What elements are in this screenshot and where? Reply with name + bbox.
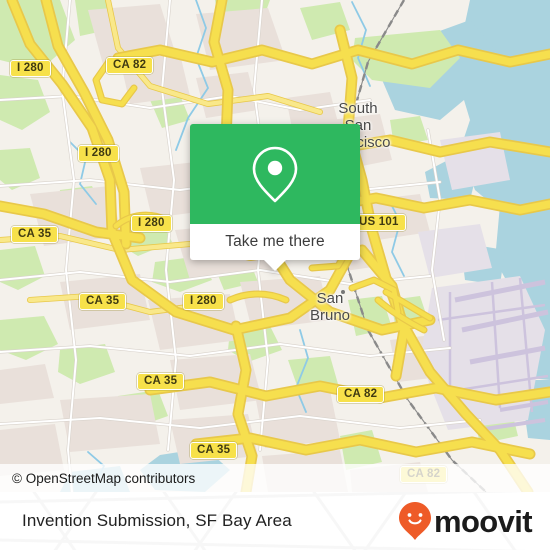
location-popup[interactable]: Take me there: [190, 124, 360, 271]
take-me-there-label: Take me there: [225, 233, 325, 250]
road-shield: I 280: [183, 293, 224, 310]
road-shield: CA 82: [337, 386, 385, 403]
road-shield: US 101: [352, 214, 406, 231]
map-pin-icon: [252, 146, 298, 203]
road-shield: I 280: [131, 215, 172, 232]
road-shield: I 280: [10, 60, 51, 77]
road-shield: I 280: [78, 145, 119, 162]
moovit-wordmark: moovit: [433, 503, 533, 539]
map-view[interactable]: .wtr { fill:#aad3df; } .prk { fill:#cfea…: [0, 0, 550, 492]
page-title: Invention Submission, SF Bay Area: [22, 511, 292, 530]
place-marker-dot: [341, 290, 345, 294]
map-attribution-bar: © OpenStreetMap contributors: [0, 464, 550, 492]
moovit-smiley-pin-icon: [398, 502, 431, 540]
road-shield: CA 82: [106, 57, 154, 74]
road-shield: CA 35: [190, 442, 238, 459]
road-shield: CA 35: [79, 293, 127, 310]
popup-header: [190, 124, 360, 224]
map-screenshot: .wtr { fill:#aad3df; } .prk { fill:#cfea…: [0, 0, 550, 550]
osm-attribution-text: © OpenStreetMap contributors: [12, 470, 196, 486]
place-label: San Bruno: [309, 290, 351, 324]
road-shield: CA 35: [11, 226, 59, 243]
road-shield: CA 35: [137, 373, 185, 390]
take-me-there-button[interactable]: Take me there: [190, 224, 360, 260]
popup-pointer: [264, 260, 286, 271]
moovit-logo[interactable]: moovit: [398, 501, 533, 541]
page-footer: Invention Submission, SF Bay Area moovit: [0, 492, 550, 550]
